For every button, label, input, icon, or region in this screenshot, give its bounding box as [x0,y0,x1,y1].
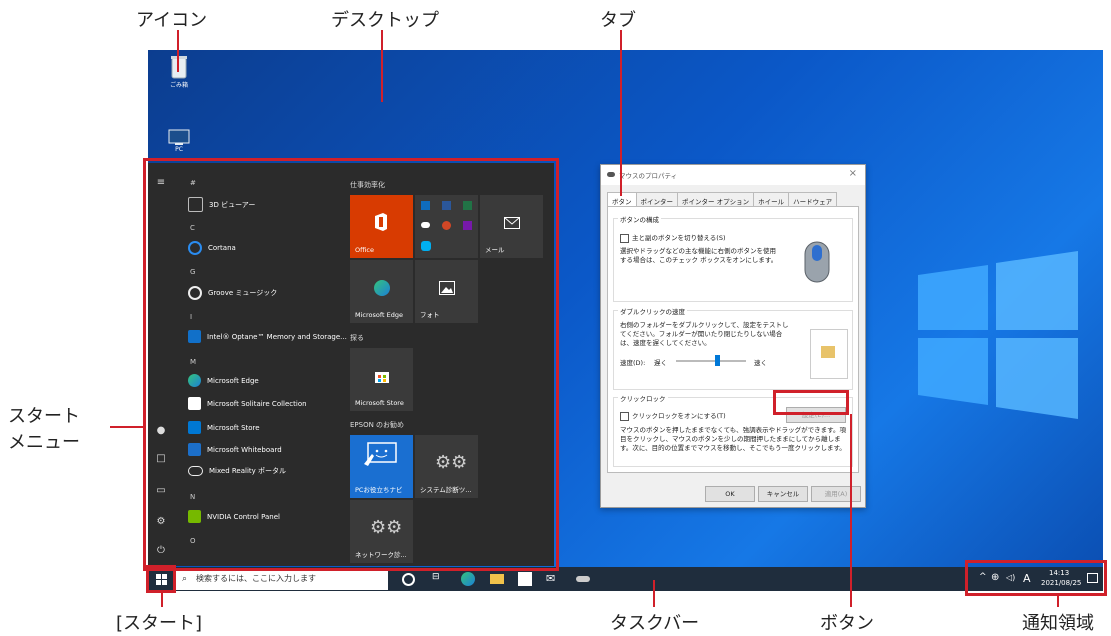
recycle-bin-icon[interactable]: ごみ箱 [156,54,202,89]
close-icon[interactable]: × [849,168,857,179]
mouse-icon [607,172,615,177]
dialog-titlebar[interactable]: マウスのプロパティ × [601,165,865,185]
mouse-settings-taskbar-icon[interactable] [576,576,590,582]
file-explorer-icon[interactable] [490,574,504,584]
callout-button: ボタン [820,613,874,634]
leader-notification [1057,596,1059,607]
leader-icon [177,30,179,72]
search-placeholder: 検索するには、ここに入力します [196,574,316,583]
checkbox-label: 主と副のボタンを切り替える(S) [632,234,726,242]
click-lock-checkbox[interactable]: クリックロックをオンにする(T) [620,410,726,421]
checkbox-box[interactable] [620,233,629,243]
callout-start: [スタート] [116,613,203,634]
task-view-icon[interactable]: ⊟ [432,572,446,586]
store-taskbar-icon[interactable] [518,572,532,586]
apply-button[interactable]: 適用(A) [811,486,861,502]
windows-logo-wallpaper [918,251,1078,419]
speed-label: 速度(D): [620,359,646,367]
taskbar-search-box[interactable]: ⌕ 検索するには、ここに入力します [176,568,388,590]
group-title: ダブルクリックの速度 [618,306,687,316]
button-config-group: ボタンの構成 主と副のボタンを切り替える(S) 選択やドラッグなどの主な機能に右… [613,214,853,302]
mail-taskbar-icon[interactable]: ✉ [546,572,560,586]
leader-start-menu [110,426,144,428]
double-click-speed-slider[interactable] [676,355,746,366]
leader-start-button [161,593,163,607]
cancel-button[interactable]: キャンセル [758,486,808,502]
checkbox-box[interactable] [620,411,629,421]
callout-icon: アイコン [136,10,208,31]
start-button-highlight [146,565,176,593]
leader-taskbar [653,580,655,607]
group-title: ボタンの構成 [618,214,661,224]
mouse-illustration-icon [804,241,830,283]
group-title: クリックロック [618,393,668,403]
search-icon: ⌕ [182,574,188,584]
callout-tab: タブ [600,10,636,31]
button-config-desc: 選択やドラッグなどの主な機能に右側のボタンを使用する場合は、このチェック ボック… [620,247,778,264]
leader-desktop [381,30,383,102]
leader-button [850,414,852,607]
callout-notification-area: 通知領域 [1022,613,1094,634]
double-click-desc: 右側のフォルダーをダブルクリックして、設定をテストしてください。フォルダーが開い… [620,321,789,347]
edge-taskbar-icon[interactable] [461,572,475,586]
callout-start-menu-1: スタート [8,406,80,427]
notification-area-highlight [965,560,1107,596]
slider-thumb[interactable] [715,355,720,366]
test-folder[interactable] [810,329,848,379]
dialog-title: マウスのプロパティ [619,172,678,180]
callout-taskbar: タスクバー [610,613,700,634]
checkbox-label: クリックロックをオンにする(T) [632,412,726,420]
speed-slow-label: 遅く [654,359,667,367]
start-menu-highlight [143,158,559,571]
switch-buttons-checkbox[interactable]: 主と副のボタンを切り替える(S) [620,232,726,243]
callout-desktop: デスクトップ [331,10,439,31]
recycle-bin-label: ごみ箱 [169,82,188,89]
mouse-properties-dialog[interactable]: マウスのプロパティ × ボタン ポインター ポインター オプション ホイール ハ… [600,164,866,508]
pc-icon[interactable]: PC [156,128,202,153]
cortana-circle-icon[interactable] [402,573,415,586]
pc-label: PC [175,146,183,153]
speed-fast-label: 速く [754,359,767,367]
dialog-panel: ボタンの構成 主と副のボタンを切り替える(S) 選択やドラッグなどの主な機能に右… [607,206,859,473]
click-lock-desc: マウスのボタンを押したままでなくても、強調表示やドラッグができます。項目をクリッ… [620,426,846,452]
double-click-group: ダブルクリックの速度 右側のフォルダーをダブルクリックして、設定をテストしてくだ… [613,306,853,390]
settings-button-highlight [773,390,849,415]
ok-button[interactable]: OK [705,486,755,502]
folder-icon [821,346,835,358]
leader-tab [620,30,622,196]
callout-start-menu-2: メニュー [8,432,80,453]
